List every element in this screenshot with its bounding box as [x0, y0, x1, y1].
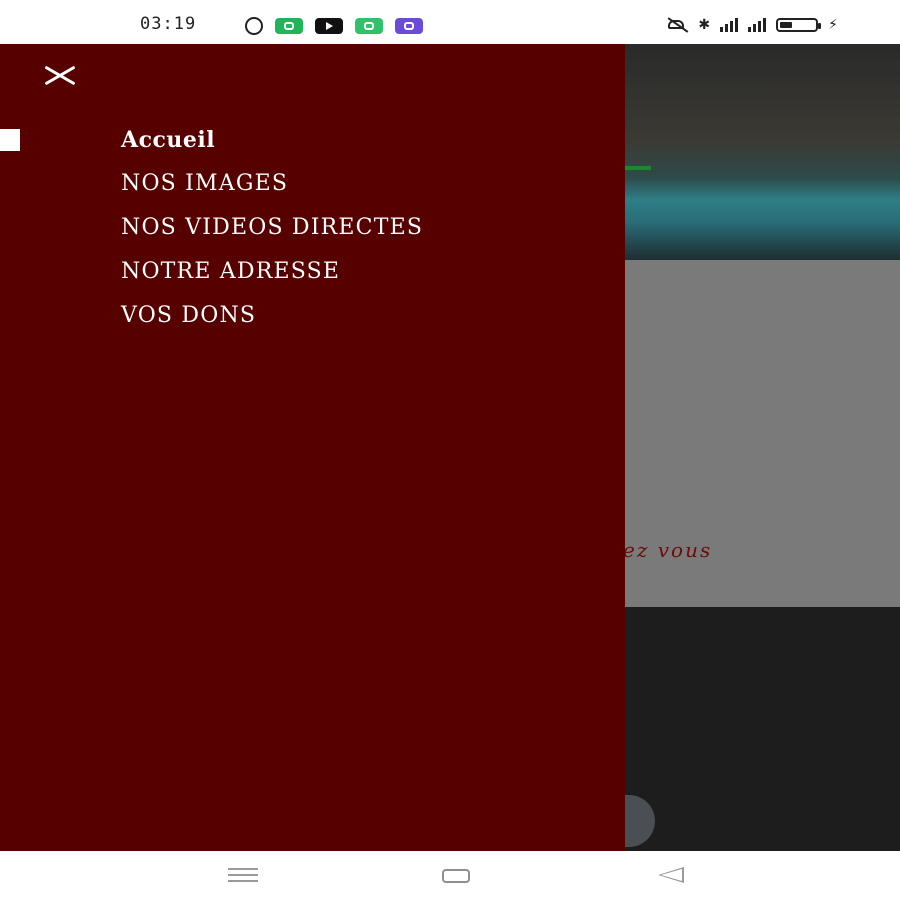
menu-item-nos-videos-directes[interactable]: NOS VIDEOS DIRECTES	[121, 212, 423, 256]
status-time: 03:19	[140, 14, 197, 34]
dark-section	[625, 607, 900, 851]
battery-icon	[776, 18, 822, 32]
signal-icon-2	[748, 18, 767, 32]
recent-apps-icon[interactable]	[228, 868, 258, 882]
content-section: ez vous	[623, 260, 900, 607]
status-bar: 03:19 ✱ ⚡	[0, 0, 900, 44]
whatsapp-icon	[245, 17, 263, 35]
menu-item-accueil[interactable]: Accueil	[121, 124, 423, 168]
dark-image-fragment	[625, 795, 655, 847]
charging-icon: ⚡	[828, 17, 838, 33]
active-item-indicator	[0, 129, 20, 151]
app-icon	[355, 18, 383, 34]
section-text: ez vous	[623, 538, 713, 562]
link-icon	[395, 18, 423, 34]
youtube-icon	[315, 18, 343, 34]
status-app-icons	[245, 17, 423, 35]
wechat-icon	[275, 18, 303, 34]
close-icon[interactable]	[42, 64, 78, 86]
navigation-drawer: Accueil NOS IMAGES NOS VIDEOS DIRECTES N…	[0, 44, 625, 851]
status-indicators: ✱ ⚡	[666, 17, 838, 33]
menu-item-notre-adresse[interactable]: NOTRE ADRESSE	[121, 256, 423, 300]
bluetooth-icon: ✱	[698, 17, 711, 33]
drawer-menu: Accueil NOS IMAGES NOS VIDEOS DIRECTES N…	[121, 124, 423, 344]
system-nav-bar	[0, 851, 900, 900]
home-icon[interactable]	[442, 869, 470, 883]
back-icon[interactable]	[658, 867, 684, 883]
menu-item-vos-dons[interactable]: VOS DONS	[121, 300, 423, 344]
hero-logo-fragment	[625, 148, 651, 170]
signal-icon	[720, 18, 739, 32]
menu-item-nos-images[interactable]: NOS IMAGES	[121, 168, 423, 212]
mute-icon	[666, 18, 688, 32]
background-page: ez vous	[623, 44, 900, 851]
hero-image	[625, 44, 900, 260]
